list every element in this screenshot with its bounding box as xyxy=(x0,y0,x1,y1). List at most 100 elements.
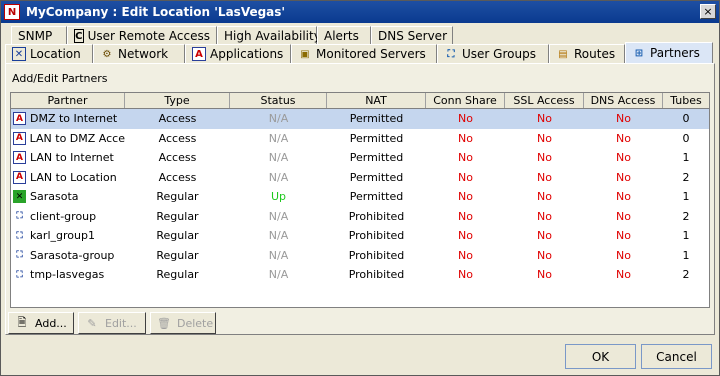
column-header-status[interactable]: Status xyxy=(230,93,327,108)
cell-type: Regular xyxy=(156,229,199,243)
edit-button[interactable]: ✎ Edit... xyxy=(78,312,146,334)
cell-tubes: 2 xyxy=(682,209,690,223)
column-header-tubes[interactable]: Tubes xyxy=(663,93,709,108)
delete-button[interactable]: 🗑 Delete xyxy=(150,312,216,334)
cancel-button[interactable]: Cancel xyxy=(641,344,712,369)
cell-tubes: 0 xyxy=(682,112,690,126)
cell-dns: No xyxy=(616,170,631,184)
edit-icon: ✎ xyxy=(87,316,97,330)
cell-ssl: No xyxy=(537,209,552,223)
cell-type: Access xyxy=(158,170,197,184)
tab-dns-server[interactable]: DNS Server xyxy=(371,26,453,45)
access-partner-icon: A xyxy=(13,131,26,145)
cell-dns: No xyxy=(616,151,631,165)
tab-user-groups[interactable]: ⛶ User Groups xyxy=(437,44,549,63)
table-row[interactable]: ⛶ karl_group1 Regular N/A Prohibited No No No 1 xyxy=(11,226,709,246)
cell-dns: No xyxy=(616,209,631,223)
user-groups-icon: ⛶ xyxy=(447,48,455,60)
table-row[interactable]: A LAN to Location Access N/A Permitted No No No… xyxy=(11,168,709,188)
tab-routes[interactable]: ▤ Routes xyxy=(549,44,625,63)
table-row[interactable]: ⛶ tmp-lasvegas Regular N/A Prohibited No No No 2 xyxy=(11,265,709,285)
column-header-dns-access[interactable]: DNS Access xyxy=(584,93,663,108)
table-row[interactable]: A LAN to DMZ Acce Access N/A Permitted No No No… xyxy=(11,129,709,149)
tab-monitored-servers[interactable]: ▣ Monitored Servers xyxy=(291,44,437,63)
table-row[interactable]: ⛶ client-group Regular N/A Prohibited No No No 2 xyxy=(11,207,709,227)
tab-partners[interactable]: ⊞ Partners xyxy=(625,42,713,63)
cell-partner: ⛶ Sarasota-group xyxy=(11,249,125,262)
cell-nat: Permitted xyxy=(349,112,404,126)
cell-dns: No xyxy=(616,248,631,262)
cell-status: N/A xyxy=(268,170,289,184)
partner-name: Sarasota xyxy=(30,190,79,204)
tab-alerts[interactable]: Alerts xyxy=(317,26,371,45)
cell-nat: Prohibited xyxy=(348,229,405,243)
column-header-nat[interactable]: NAT xyxy=(327,93,426,108)
cell-conn: No xyxy=(458,268,473,282)
cell-tubes: 2 xyxy=(682,268,690,282)
column-header-type[interactable]: Type xyxy=(125,93,230,108)
partners-panel: Add/Edit Partners Partner Type Status NA… xyxy=(5,63,715,335)
cell-nat: Permitted xyxy=(349,151,404,165)
cell-status: N/A xyxy=(268,248,289,262)
table-body: A DMZ to Internet Access N/A Permitted No No No… xyxy=(11,109,709,285)
monitored-servers-icon: ▣ xyxy=(300,48,310,60)
group-partner-icon: ⛶ xyxy=(16,250,23,261)
tab-applications[interactable]: A Applications xyxy=(185,44,291,63)
cell-nat: Permitted xyxy=(349,170,404,184)
tab-label: Monitored Servers xyxy=(316,47,426,61)
add-icon: 🗎 xyxy=(17,315,27,329)
cell-type: Regular xyxy=(156,209,199,223)
cell-tubes: 1 xyxy=(682,229,690,243)
cell-tubes: 2 xyxy=(682,170,690,184)
cell-status: N/A xyxy=(268,229,289,243)
cell-ssl: No xyxy=(537,131,552,145)
tab-snmp[interactable]: SNMP xyxy=(11,26,67,45)
cell-partner: ✕ Sarasota xyxy=(11,190,125,204)
partner-name: LAN to Internet xyxy=(30,151,114,165)
user-remote-access-icon: C xyxy=(74,29,84,43)
cell-tubes: 1 xyxy=(682,248,690,262)
cell-conn: No xyxy=(458,131,473,145)
column-header-partner[interactable]: Partner xyxy=(11,93,125,108)
tab-network[interactable]: ⚙ Network xyxy=(93,44,185,63)
access-partner-icon: A xyxy=(13,151,26,165)
cell-type: Access xyxy=(158,151,197,165)
ok-button[interactable]: OK xyxy=(565,344,636,369)
cell-nat: Permitted xyxy=(349,190,404,204)
group-partner-icon: ⛶ xyxy=(16,269,23,280)
tab-location[interactable]: ✕ Location xyxy=(5,44,93,63)
tab-label: Partners xyxy=(650,46,700,60)
cell-type: Regular xyxy=(156,190,199,204)
partner-name: karl_group1 xyxy=(30,229,95,243)
partners-icon: ⊞ xyxy=(634,47,644,59)
cell-dns: No xyxy=(616,268,631,282)
column-header-conn-share[interactable]: Conn Share xyxy=(426,93,505,108)
column-header-ssl-access[interactable]: SSL Access xyxy=(505,93,584,108)
cell-dns: No xyxy=(616,131,631,145)
access-partner-icon: A xyxy=(13,112,26,126)
tab-high-availability[interactable]: High Availability xyxy=(217,26,321,45)
table-row[interactable]: A LAN to Internet Access N/A Permitted No No No… xyxy=(11,148,709,168)
tab-label: DNS Server xyxy=(378,29,447,43)
cell-partner: A DMZ to Internet xyxy=(11,112,125,126)
cell-type: Access xyxy=(158,112,197,126)
access-partner-icon: A xyxy=(13,170,26,184)
cell-ssl: No xyxy=(537,112,552,126)
table-row[interactable]: ⛶ Sarasota-group Regular N/A Prohibited No No N… xyxy=(11,246,709,266)
table-row[interactable]: ✕ Sarasota Regular Up Permitted No No No 1 xyxy=(11,187,709,207)
cell-ssl: No xyxy=(537,151,552,165)
cell-type: Regular xyxy=(156,268,199,282)
window-title: MyCompany : Edit Location 'LasVegas' xyxy=(26,5,286,19)
close-button[interactable]: × xyxy=(700,4,716,19)
cell-status: N/A xyxy=(268,209,289,223)
tab-user-remote-access[interactable]: C User Remote Access xyxy=(67,26,217,45)
tab-label: User Groups xyxy=(462,47,536,61)
cell-status: N/A xyxy=(268,112,289,126)
cell-conn: No xyxy=(458,229,473,243)
cell-type: Access xyxy=(158,131,197,145)
cell-partner: A LAN to Location xyxy=(11,170,125,184)
cell-ssl: No xyxy=(537,268,552,282)
table-row[interactable]: A DMZ to Internet Access N/A Permitted No No No… xyxy=(11,109,709,129)
add-button[interactable]: 🗎 Add... xyxy=(8,312,74,334)
delete-button-label: Delete xyxy=(176,316,214,330)
